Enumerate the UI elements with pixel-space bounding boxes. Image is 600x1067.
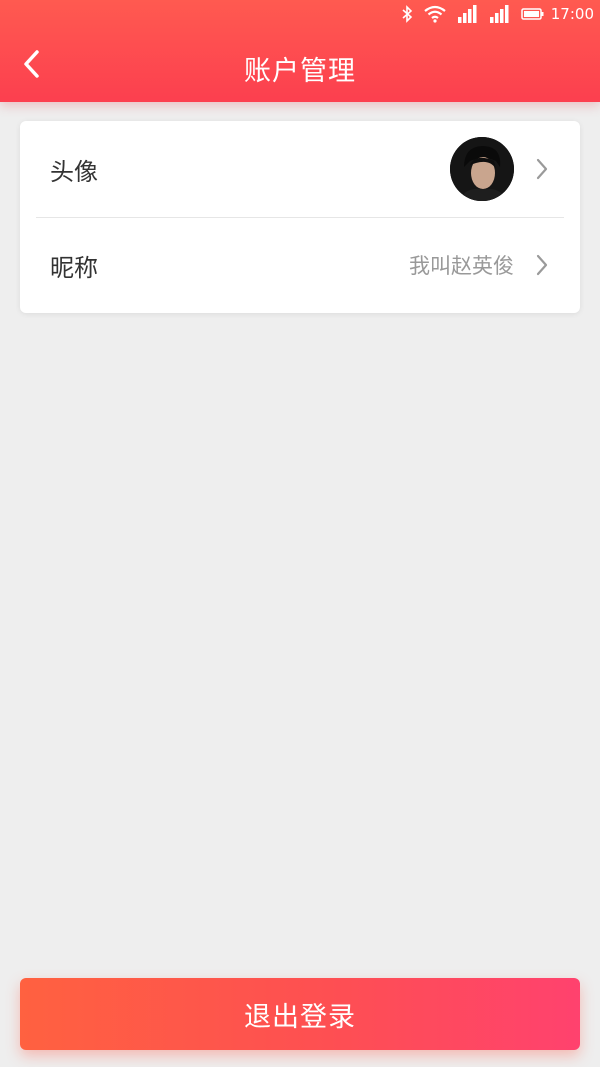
chevron-right-icon xyxy=(534,253,550,277)
logout-button[interactable]: 退出登录 xyxy=(20,978,580,1050)
avatar-label: 头像 xyxy=(50,157,98,186)
bluetooth-icon xyxy=(401,5,413,23)
wifi-icon xyxy=(423,5,447,23)
navigation-bar: 账户管理 xyxy=(0,36,600,98)
avatar-row[interactable]: 头像 xyxy=(20,121,580,217)
battery-icon xyxy=(521,7,545,21)
nickname-label: 昵称 xyxy=(50,253,98,282)
signal-icon xyxy=(489,4,511,24)
signal-icon xyxy=(457,4,479,24)
chevron-right-icon xyxy=(534,157,550,181)
account-card: 头像 昵称 我叫赵英俊 xyxy=(20,121,580,313)
nickname-value: 我叫赵英俊 xyxy=(409,254,514,278)
status-time: 17:00 xyxy=(550,5,594,23)
account-management-screen: 17:00 账户管理 头像 昵称 我叫赵英俊 退出登录 xyxy=(0,0,600,1067)
status-bar: 17:00 xyxy=(0,0,600,28)
header: 17:00 账户管理 xyxy=(0,0,600,102)
nickname-row[interactable]: 昵称 我叫赵英俊 xyxy=(20,217,580,313)
page-title: 账户管理 xyxy=(244,56,356,87)
avatar xyxy=(450,137,514,201)
